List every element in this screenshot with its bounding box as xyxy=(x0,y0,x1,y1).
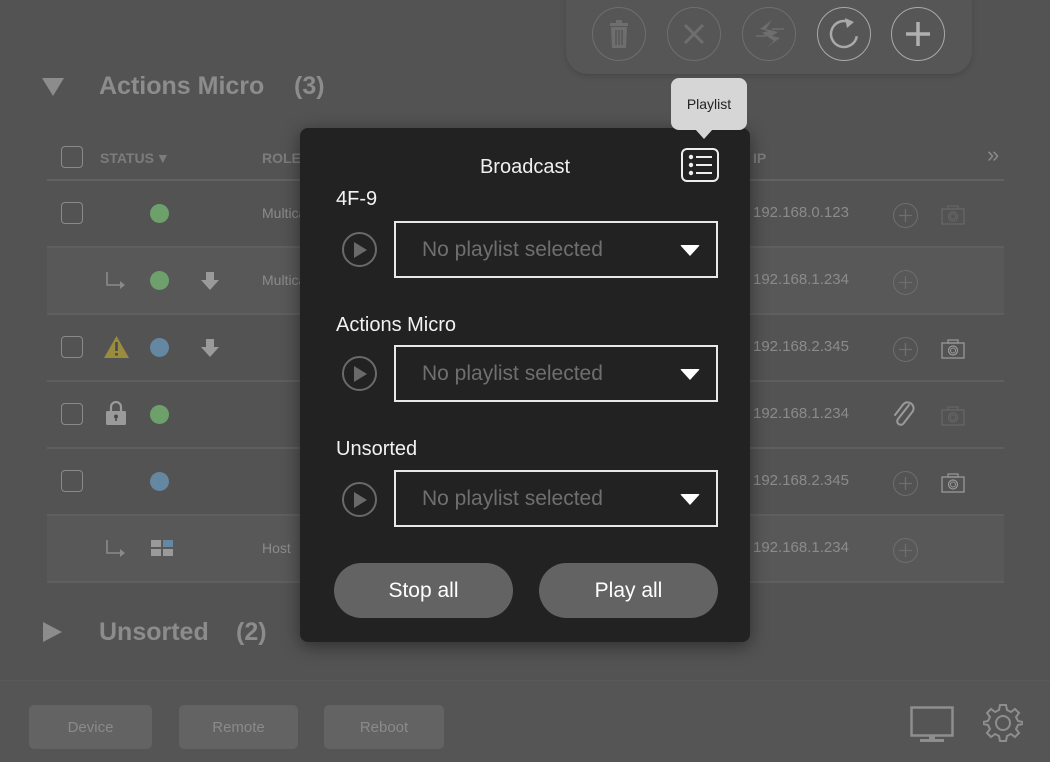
add-to-group-button[interactable] xyxy=(893,270,918,295)
group-header-actions-micro[interactable]: Actions Micro (3) xyxy=(40,72,325,100)
child-arrow-icon xyxy=(106,272,125,289)
merge-button[interactable] xyxy=(742,7,796,61)
play-button[interactable] xyxy=(342,356,377,391)
playlist-select[interactable]: No playlist selected xyxy=(394,470,718,527)
status-idle-dot xyxy=(150,338,169,357)
play-icon xyxy=(353,365,367,382)
row-ip: 192.168.0.123 xyxy=(753,204,849,221)
settings-gear-icon[interactable] xyxy=(983,703,1023,743)
playlist-button[interactable] xyxy=(681,148,719,182)
column-role[interactable]: ROLE xyxy=(262,150,301,166)
row-ip: 192.168.2.345 xyxy=(753,338,849,355)
collapse-triangle-icon[interactable] xyxy=(40,76,66,96)
row-ip: 192.168.1.234 xyxy=(753,405,849,422)
plus-icon xyxy=(899,544,912,557)
grid-layout-icon xyxy=(151,540,173,556)
refresh-button[interactable] xyxy=(817,7,871,61)
plus-icon xyxy=(899,276,912,289)
plus-icon xyxy=(899,477,912,490)
group-name: Actions Micro xyxy=(99,71,265,100)
playlist-tooltip: Playlist xyxy=(671,78,747,139)
child-arrow-icon xyxy=(106,540,125,557)
download-icon xyxy=(201,272,219,290)
status-online-dot xyxy=(150,204,169,223)
row-checkbox[interactable] xyxy=(61,202,83,224)
expand-columns-icon[interactable]: » xyxy=(987,142,999,168)
chevron-down-icon xyxy=(680,494,700,505)
plus-icon xyxy=(899,343,912,356)
playlist-select[interactable]: No playlist selected xyxy=(394,345,718,402)
stop-all-button[interactable]: Stop all xyxy=(334,563,513,618)
section-label-4f-9: 4F-9 xyxy=(336,188,378,210)
group-count: (3) xyxy=(294,71,325,100)
row-ip: 192.168.2.345 xyxy=(753,472,849,489)
camera-icon[interactable] xyxy=(941,339,965,359)
select-all-checkbox[interactable] xyxy=(61,146,83,168)
top-toolbar xyxy=(566,0,972,74)
lock-icon xyxy=(106,401,126,425)
attachment-icon[interactable] xyxy=(892,401,918,429)
list-icon xyxy=(688,154,712,176)
bottom-bar: Device Remote Reboot xyxy=(0,680,1050,762)
play-all-button[interactable]: Play all xyxy=(539,563,718,618)
plus-icon xyxy=(899,209,912,222)
section-label-actions-micro: Actions Micro xyxy=(336,314,457,336)
camera-icon[interactable] xyxy=(941,406,965,426)
remove-button[interactable] xyxy=(667,7,721,61)
chevron-down-icon xyxy=(680,369,700,380)
playlist-select[interactable]: No playlist selected xyxy=(394,221,718,278)
row-ip: 192.168.1.234 xyxy=(753,539,849,556)
refresh-icon xyxy=(829,18,859,49)
section-label-unsorted: Unsorted xyxy=(336,438,418,460)
expand-triangle-icon[interactable] xyxy=(40,620,66,644)
play-button[interactable] xyxy=(342,232,377,267)
monitor-icon[interactable] xyxy=(910,706,956,743)
add-to-group-button[interactable] xyxy=(893,538,918,563)
group-name: Unsorted xyxy=(99,617,209,646)
playlist-placeholder: No playlist selected xyxy=(422,362,603,385)
add-to-group-button[interactable] xyxy=(893,471,918,496)
camera-icon[interactable] xyxy=(941,473,965,493)
add-button[interactable] xyxy=(891,7,945,61)
playlist-placeholder: No playlist selected xyxy=(422,487,603,510)
chevron-down-icon xyxy=(680,245,700,256)
trash-icon xyxy=(610,20,628,48)
device-button[interactable]: Device xyxy=(29,705,152,749)
reboot-button[interactable]: Reboot xyxy=(324,705,444,749)
add-to-group-button[interactable] xyxy=(893,203,918,228)
row-checkbox[interactable] xyxy=(61,403,83,425)
column-ip[interactable]: IP xyxy=(753,150,766,166)
row-ip: 192.168.1.234 xyxy=(753,271,849,288)
play-button[interactable] xyxy=(342,482,377,517)
group-header-unsorted[interactable]: Unsorted (2) xyxy=(40,618,267,646)
delete-button[interactable] xyxy=(592,7,646,61)
row-checkbox[interactable] xyxy=(61,470,83,492)
play-icon xyxy=(353,491,367,508)
add-to-group-button[interactable] xyxy=(893,337,918,362)
plus-icon xyxy=(906,22,930,46)
close-icon xyxy=(683,23,705,45)
warning-icon xyxy=(104,336,129,358)
camera-icon[interactable] xyxy=(941,205,965,225)
sort-desc-icon: ▼ xyxy=(155,150,170,166)
column-status[interactable]: STATUS ▼ xyxy=(100,150,170,166)
remote-button[interactable]: Remote xyxy=(179,705,298,749)
row-checkbox[interactable] xyxy=(61,336,83,358)
playlist-placeholder: No playlist selected xyxy=(422,238,603,261)
row-role: Host xyxy=(262,540,291,556)
status-online-dot xyxy=(150,271,169,290)
status-online-dot xyxy=(150,405,169,424)
merge-icon xyxy=(756,20,784,48)
status-idle-dot xyxy=(150,472,169,491)
play-icon xyxy=(353,241,367,258)
download-icon xyxy=(201,339,219,357)
group-count: (2) xyxy=(236,617,267,646)
broadcast-dialog: Broadcast 4F-9 No playlist selected Acti… xyxy=(300,128,750,642)
